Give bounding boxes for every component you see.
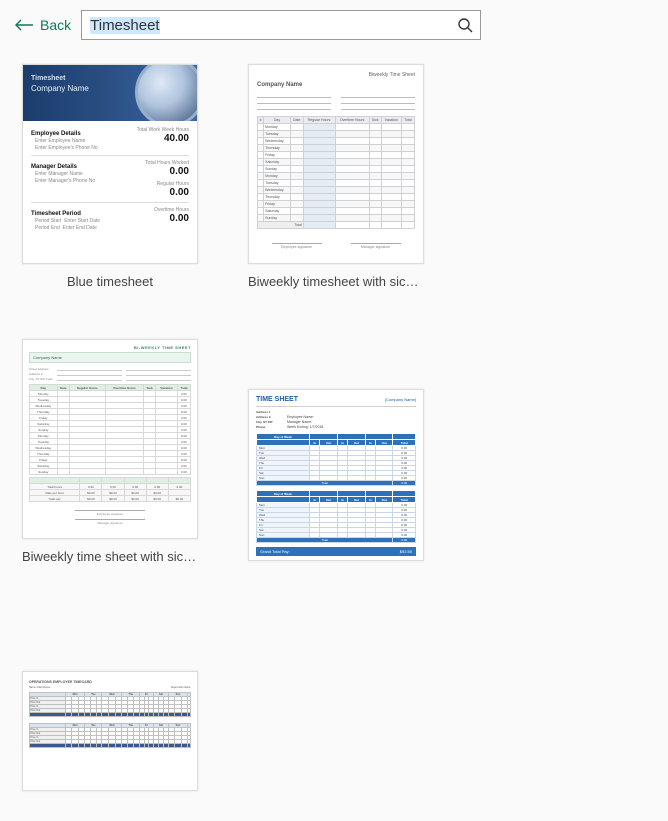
template-card-biweekly-2[interactable]: BI-WEEKLY TIME SHEET Company Name Street… <box>22 339 198 571</box>
template-thumbnail: Timesheet Company Name Employee Details … <box>22 64 198 264</box>
back-button[interactable]: Back <box>14 17 71 33</box>
search-icon[interactable] <box>456 16 474 34</box>
template-thumbnail: Biweekly Time Sheet Company Name #DayDat… <box>248 64 424 264</box>
template-thumbnail: BI-WEEKLY TIME SHEET Company Name Street… <box>22 339 198 539</box>
template-card-operations-timecard[interactable]: OPERATIONS EMPLOYEE TIMECARD Name of Emp… <box>22 621 198 801</box>
template-label: Biweekly time sheet with sick… <box>22 549 198 564</box>
search-input[interactable] <box>90 17 456 34</box>
template-thumbnail: TIME SHEET [Company Name] Address 1 Addr… <box>248 389 424 561</box>
back-arrow-icon <box>14 18 34 32</box>
template-label: Blue timesheet <box>67 274 153 289</box>
template-card-biweekly-1[interactable]: Biweekly Time Sheet Company Name #DayDat… <box>248 64 424 289</box>
template-thumbnail: OPERATIONS EMPLOYEE TIMECARD Name of Emp… <box>22 671 198 791</box>
template-card-blue-timesheet[interactable]: Timesheet Company Name Employee Details … <box>22 64 198 289</box>
template-label: Biweekly timesheet with sick l… <box>248 274 424 289</box>
template-card-time-sheet[interactable]: TIME SHEET [Company Name] Address 1 Addr… <box>248 339 424 571</box>
template-search-box[interactable] <box>81 10 481 40</box>
template-results: Timesheet Company Name Employee Details … <box>0 58 668 821</box>
back-label: Back <box>40 17 71 33</box>
